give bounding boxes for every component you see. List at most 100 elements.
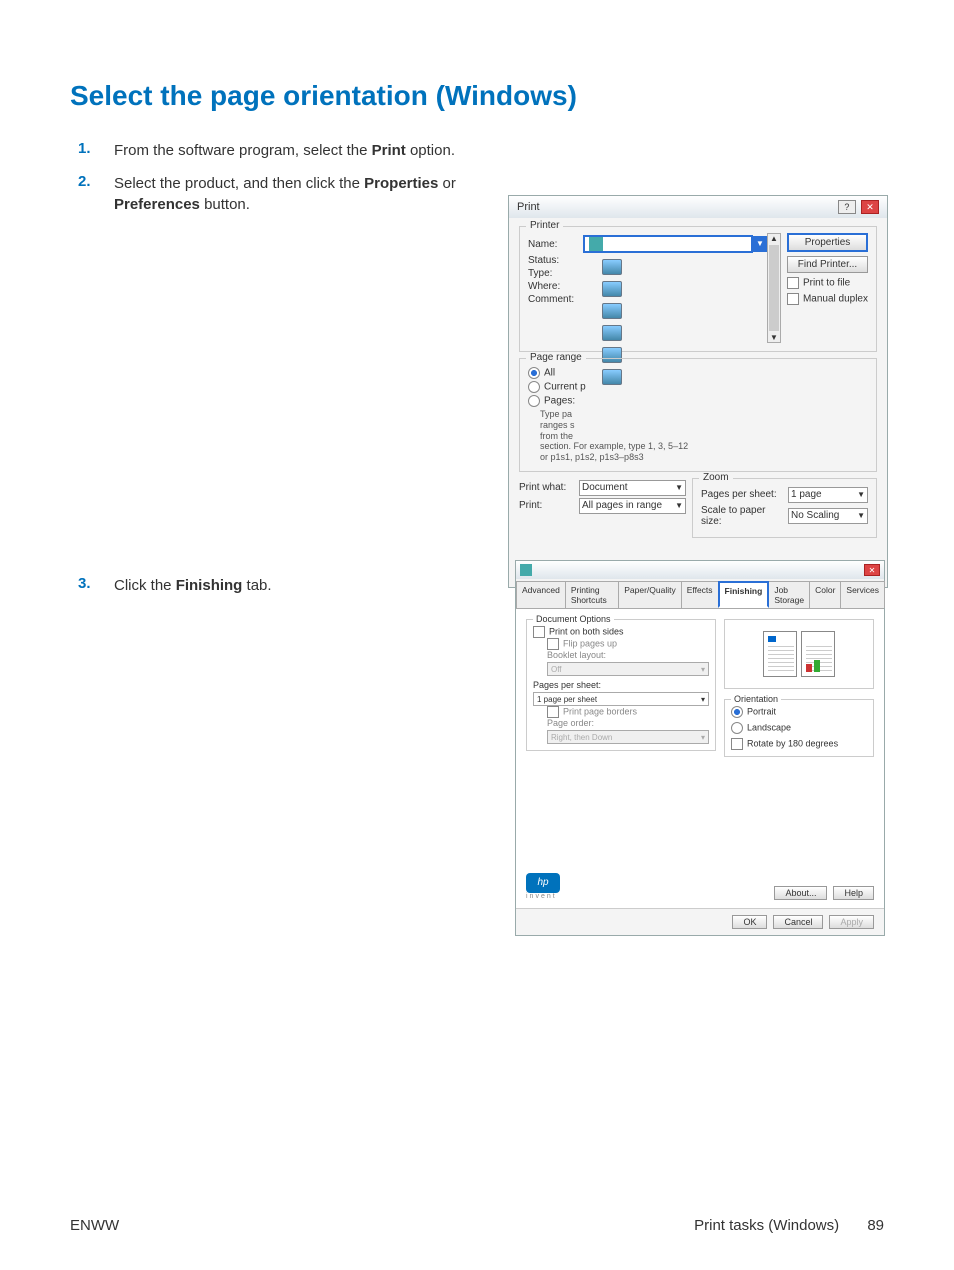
properties-dialog: ✕ Advanced Printing Shortcuts Paper/Qual… xyxy=(515,560,885,936)
tab-paper-quality[interactable]: Paper/Quality xyxy=(618,581,682,608)
pages-per-sheet-dropdown[interactable]: 1 page per sheet▾ xyxy=(533,692,709,706)
printer-icon[interactable] xyxy=(602,259,622,275)
group-label: Orientation xyxy=(731,694,781,704)
printer-icon xyxy=(520,564,532,576)
chevron-down-icon: ▾ xyxy=(701,733,705,742)
current-page-radio[interactable]: Current p xyxy=(528,381,586,393)
print-what-label: Print what: xyxy=(519,482,579,493)
group-label: Document Options xyxy=(533,614,614,624)
dialog-titlebar: Print ? ✕ xyxy=(509,196,887,218)
printer-icon[interactable] xyxy=(602,325,622,341)
bold-print: Print xyxy=(372,142,406,159)
printer-name-dropdown[interactable] xyxy=(583,235,753,253)
apply-button[interactable]: Apply xyxy=(829,915,874,929)
tab-effects[interactable]: Effects xyxy=(681,581,719,608)
footer-left: ENWW xyxy=(70,1217,119,1234)
text: tab. xyxy=(242,577,271,594)
print-to-file-checkbox[interactable]: Print to file xyxy=(787,277,868,289)
step-2: 2. Select the product, and then click th… xyxy=(78,173,478,215)
manual-duplex-checkbox[interactable]: Manual duplex xyxy=(787,293,868,305)
pages-radio[interactable]: Pages: xyxy=(528,395,575,407)
print-both-sides-checkbox[interactable]: Print on both sides xyxy=(533,626,709,638)
pages-per-sheet-dropdown[interactable]: 1 page▼ xyxy=(788,487,868,503)
tabs: Advanced Printing Shortcuts Paper/Qualit… xyxy=(516,579,884,609)
print-dropdown[interactable]: All pages in range ▼ xyxy=(579,498,686,514)
step-text: Click the Finishing tab. xyxy=(114,575,272,596)
printer-icon xyxy=(589,237,603,251)
help-icon[interactable]: ? xyxy=(838,200,856,214)
print-what-dropdown[interactable]: Document ▼ xyxy=(579,480,686,496)
page-order-dropdown: Right, then Down▾ xyxy=(547,730,709,744)
name-label: Name: xyxy=(528,239,583,250)
group-label: Page range xyxy=(526,352,586,363)
text: Click the xyxy=(114,577,176,594)
pages-per-sheet-label: Pages per sheet: xyxy=(533,680,709,690)
printer-icon[interactable] xyxy=(602,303,622,319)
footer-section: Print tasks (Windows) xyxy=(694,1217,839,1234)
properties-button[interactable]: Properties xyxy=(787,233,868,252)
text: ranges s xyxy=(540,420,575,430)
page-range-group: Page range All Current p Pages: Type pa … xyxy=(519,358,877,472)
bold-finishing: Finishing xyxy=(176,577,243,594)
tab-color[interactable]: Color xyxy=(809,581,841,608)
landscape-radio[interactable]: Landscape xyxy=(731,722,867,734)
dialog-titlebar: ✕ xyxy=(516,561,884,579)
printer-icon[interactable] xyxy=(602,281,622,297)
chevron-down-icon: ▼ xyxy=(857,511,865,520)
chevron-down-icon: ▼ xyxy=(857,490,865,499)
step-3: 3. Click the Finishing tab. xyxy=(78,575,478,596)
chevron-down-icon[interactable]: ▼ xyxy=(753,236,767,252)
orientation-preview xyxy=(724,619,874,689)
print-borders-checkbox: Print page borders xyxy=(547,706,709,718)
tab-services[interactable]: Services xyxy=(840,581,885,608)
cancel-button[interactable]: Cancel xyxy=(773,915,823,929)
hint-text: Type pa ranges s from the section. For e… xyxy=(540,409,868,463)
page-order-label: Page order: xyxy=(547,718,709,728)
tab-finishing[interactable]: Finishing xyxy=(718,581,770,608)
text: from the xyxy=(540,431,573,441)
value: Document xyxy=(582,482,628,493)
chevron-down-icon: ▾ xyxy=(701,695,705,704)
booklet-dropdown: Off ▾ xyxy=(547,662,709,676)
all-radio[interactable]: All xyxy=(528,367,555,379)
text: or xyxy=(438,175,456,192)
where-label: Where: xyxy=(528,281,583,292)
step-number: 1. xyxy=(78,140,114,161)
rotate-180-checkbox[interactable]: Rotate by 180 degrees xyxy=(731,738,867,750)
find-printer-button[interactable]: Find Printer... xyxy=(787,256,868,273)
close-icon[interactable]: ✕ xyxy=(861,200,879,214)
group-label: Zoom xyxy=(699,472,733,483)
help-button[interactable]: Help xyxy=(833,886,874,900)
text: From the software program, select the xyxy=(114,142,372,159)
bold-preferences: Preferences xyxy=(114,196,200,213)
text: option. xyxy=(406,142,455,159)
step-text: Select the product, and then click the P… xyxy=(114,173,478,215)
hp-invent-text: invent xyxy=(526,893,560,900)
text: or p1s1, p1s2, p1s3–p8s3 xyxy=(540,452,644,462)
about-button[interactable]: About... xyxy=(774,886,827,900)
page-preview-icon xyxy=(801,631,835,677)
tab-advanced[interactable]: Advanced xyxy=(516,581,566,608)
tab-shortcuts[interactable]: Printing Shortcuts xyxy=(565,581,619,608)
value: Off xyxy=(551,665,562,674)
value: All pages in range xyxy=(582,500,662,511)
scale-dropdown[interactable]: No Scaling▼ xyxy=(788,508,868,524)
ok-button[interactable]: OK xyxy=(732,915,767,929)
chevron-down-icon: ▼ xyxy=(675,483,683,492)
chevron-down-icon: ▼ xyxy=(675,501,683,510)
text: button. xyxy=(200,196,250,213)
print-label: Print: xyxy=(519,500,579,511)
booklet-label: Booklet layout: xyxy=(547,650,709,660)
page-footer: ENWW Print tasks (Windows) 89 xyxy=(70,1217,884,1234)
pages-per-sheet-label: Pages per sheet: xyxy=(701,489,788,500)
dialog-title: Print xyxy=(517,201,540,213)
orientation-group: Orientation Portrait Landscape Rotate by… xyxy=(724,699,874,757)
text: Type pa xyxy=(540,409,572,419)
comment-label: Comment: xyxy=(528,294,583,305)
scrollbar[interactable]: ▲▼ xyxy=(767,233,781,343)
close-icon[interactable]: ✕ xyxy=(864,564,880,576)
tab-job-storage[interactable]: Job Storage xyxy=(768,581,810,608)
chevron-down-icon: ▾ xyxy=(701,665,705,674)
flip-pages-checkbox: Flip pages up xyxy=(547,638,709,650)
portrait-radio[interactable]: Portrait xyxy=(731,706,867,718)
